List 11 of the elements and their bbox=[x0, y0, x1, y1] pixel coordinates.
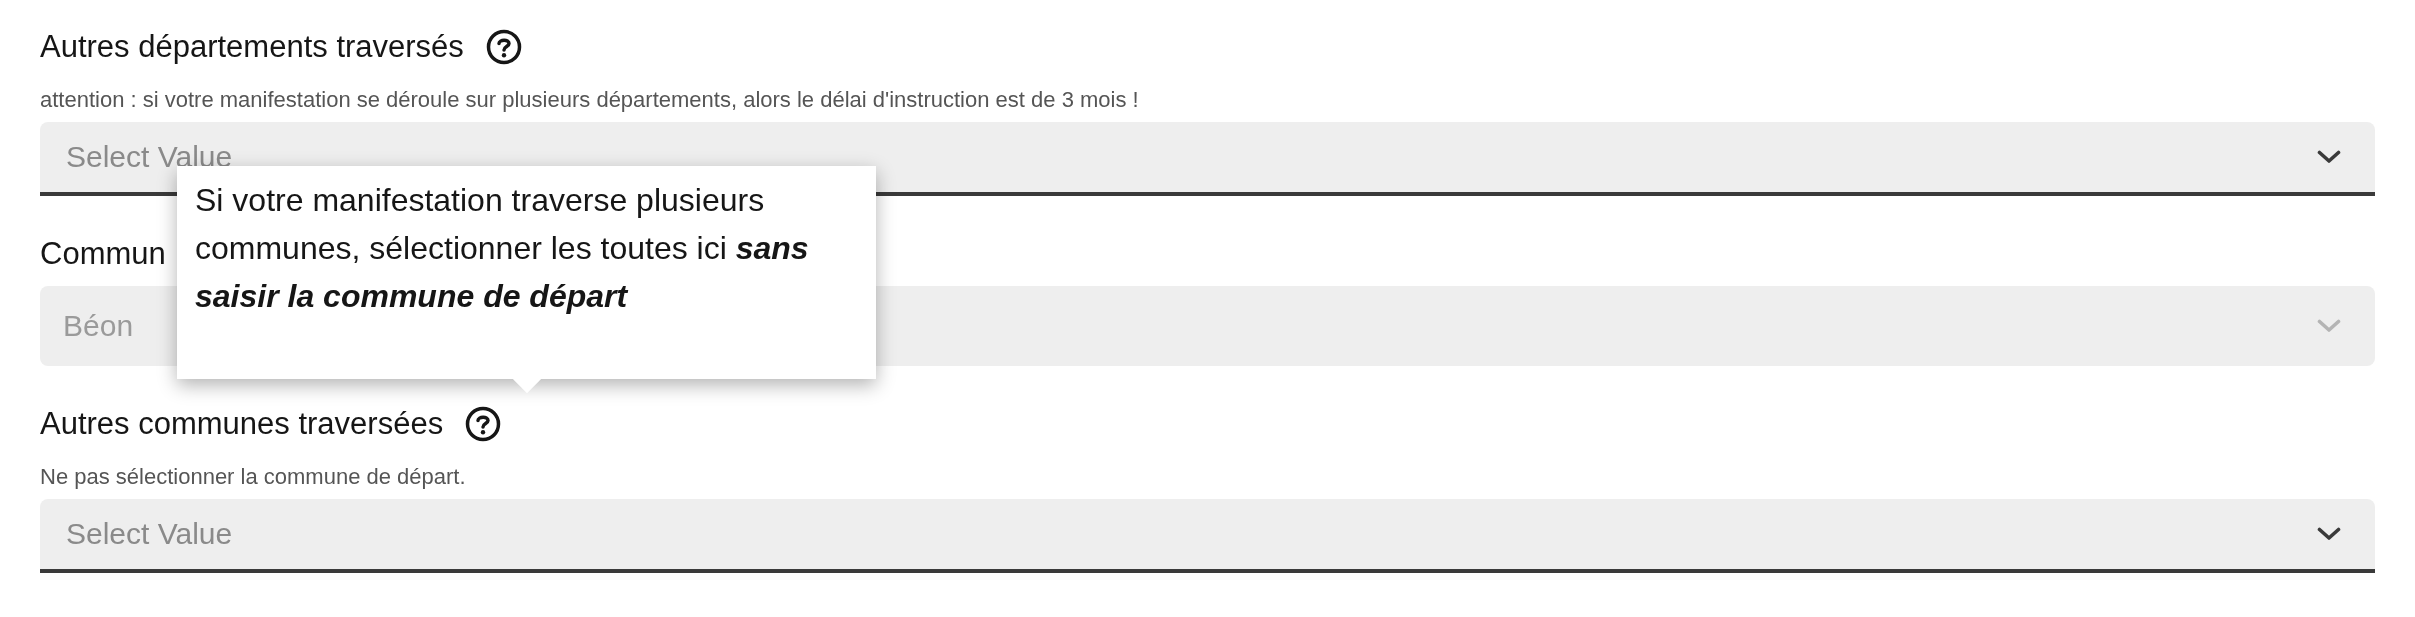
field-hint: attention : si votre manifestation se déroule sur plusieurs départements, alors le délai d'instruction est de 3 mois ! bbox=[40, 86, 1139, 114]
help-icon[interactable] bbox=[465, 406, 502, 442]
chevron-down-icon bbox=[2317, 527, 2341, 541]
chevron-down-icon bbox=[2317, 150, 2341, 164]
field-hint: Ne pas sélectionner la commune de départ. bbox=[40, 463, 466, 491]
help-icon[interactable] bbox=[485, 29, 522, 65]
field-label: Commun bbox=[40, 235, 166, 273]
field-label: Autres départements traversés bbox=[40, 28, 464, 66]
select-field[interactable]: Select Value bbox=[40, 499, 2375, 573]
field-label: Autres communes traversées bbox=[40, 405, 444, 443]
chevron-down-icon bbox=[2317, 319, 2341, 333]
